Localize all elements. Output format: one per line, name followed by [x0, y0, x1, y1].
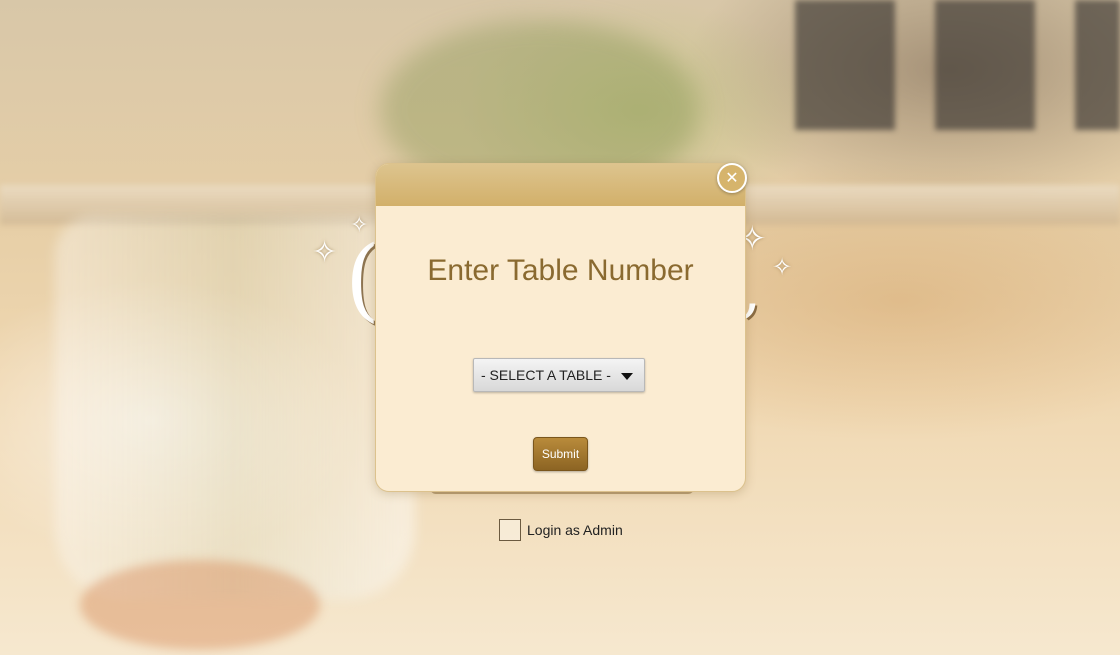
table-number-dialog: Enter Table Number - SELECT A TABLE - Su…: [375, 163, 746, 492]
sparkle-icon: ✧: [772, 253, 793, 281]
background-window: [935, 0, 1035, 130]
admin-login-row[interactable]: Login as Admin: [499, 517, 623, 542]
submit-button[interactable]: Submit: [533, 437, 588, 471]
background-coaster: [80, 560, 320, 650]
background-window: [795, 0, 895, 130]
admin-checkbox-label[interactable]: Login as Admin: [527, 522, 623, 538]
sparkle-icon: ✧: [312, 235, 338, 270]
dialog-header: [376, 164, 745, 206]
admin-checkbox[interactable]: [499, 518, 521, 541]
caret-down-icon: [621, 373, 633, 380]
table-select[interactable]: - SELECT A TABLE -: [473, 358, 645, 392]
close-icon[interactable]: ✕: [717, 163, 747, 193]
table-select-value: - SELECT A TABLE -: [481, 367, 611, 383]
background-window: [1075, 0, 1120, 130]
dialog-title: Enter Table Number: [427, 254, 694, 287]
